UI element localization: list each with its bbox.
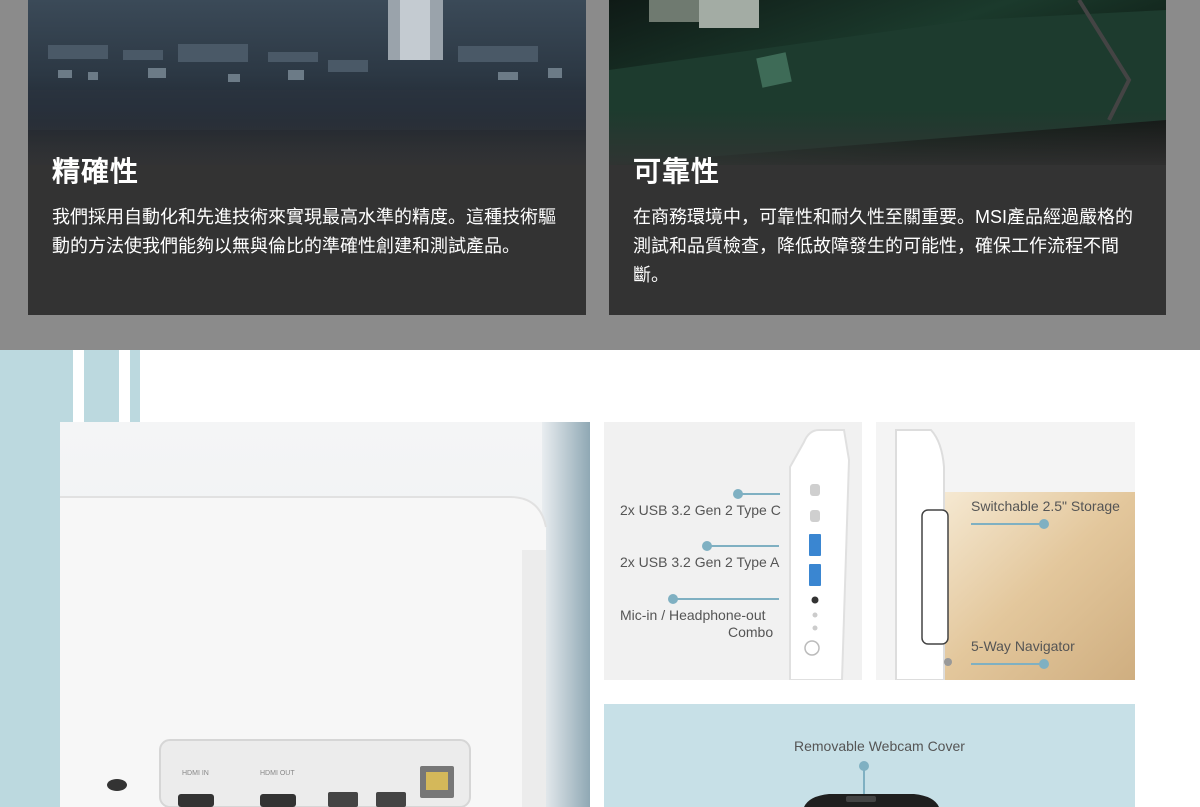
storage-label: Switchable 2.5" Storage [971, 498, 1120, 514]
feature-title: 可靠性 [633, 156, 721, 187]
feature-body: 我們採用自動化和先進技術來實現最高水準的精度。這種技術驅動的方法使我們能夠以無與… [52, 207, 556, 256]
hdmi-in-label: HDMI IN [182, 770, 209, 777]
feature-body: 在商務環境中，可靠性和耐久性至關重要。MSI產品經過嚴格的測試和品質檢查，降低故… [633, 207, 1133, 285]
monitor-rear-graphic [60, 422, 590, 807]
callout-line [971, 663, 1041, 665]
callout-line [673, 598, 779, 600]
hdmi-out-label: HDMI OUT [260, 770, 295, 777]
webcam-graphic [804, 794, 939, 807]
mic-label-line2: Combo [728, 624, 774, 640]
usb-a-label: 2x USB 3.2 Gen 2 Type A [620, 554, 780, 570]
feature-title: 精確性 [52, 156, 140, 187]
mic-label: Mic-in / Headphone-out [620, 607, 766, 623]
callout-dot [1039, 659, 1049, 669]
callout-line [971, 523, 1041, 525]
callout-line [707, 545, 779, 547]
navigator-label: 5-Way Navigator [971, 638, 1075, 654]
feature-card-precision: 精確性 我們採用自動化和先進技術來實現最高水準的精度。這種技術驅動的方法使我們能… [28, 0, 586, 315]
feature-card-reliability: 可靠性 在商務環境中，可靠性和耐久性至關重要。MSI產品經過嚴格的測試和品質檢查… [609, 0, 1166, 315]
monitor-rear-image: HDMI IN HDMI OUT [60, 422, 590, 807]
callout-dot [1039, 519, 1049, 529]
ports-panel: 2x USB 3.2 Gen 2 Type C 2x USB 3.2 Gen 2… [604, 422, 862, 680]
webcam-panel: Removable Webcam Cover [604, 704, 1135, 807]
monitor-side-ports-graphic [789, 429, 851, 680]
usb-c-label: 2x USB 3.2 Gen 2 Type C [620, 502, 781, 518]
side-features-panel: Switchable 2.5" Storage 5-Way Navigator [876, 422, 1135, 680]
callout-line [738, 493, 780, 495]
decorative-stripe [130, 350, 140, 422]
decorative-stripe [84, 350, 119, 422]
features-band: 精確性 我們採用自動化和先進技術來實現最高水準的精度。這種技術驅動的方法使我們能… [0, 0, 1200, 350]
